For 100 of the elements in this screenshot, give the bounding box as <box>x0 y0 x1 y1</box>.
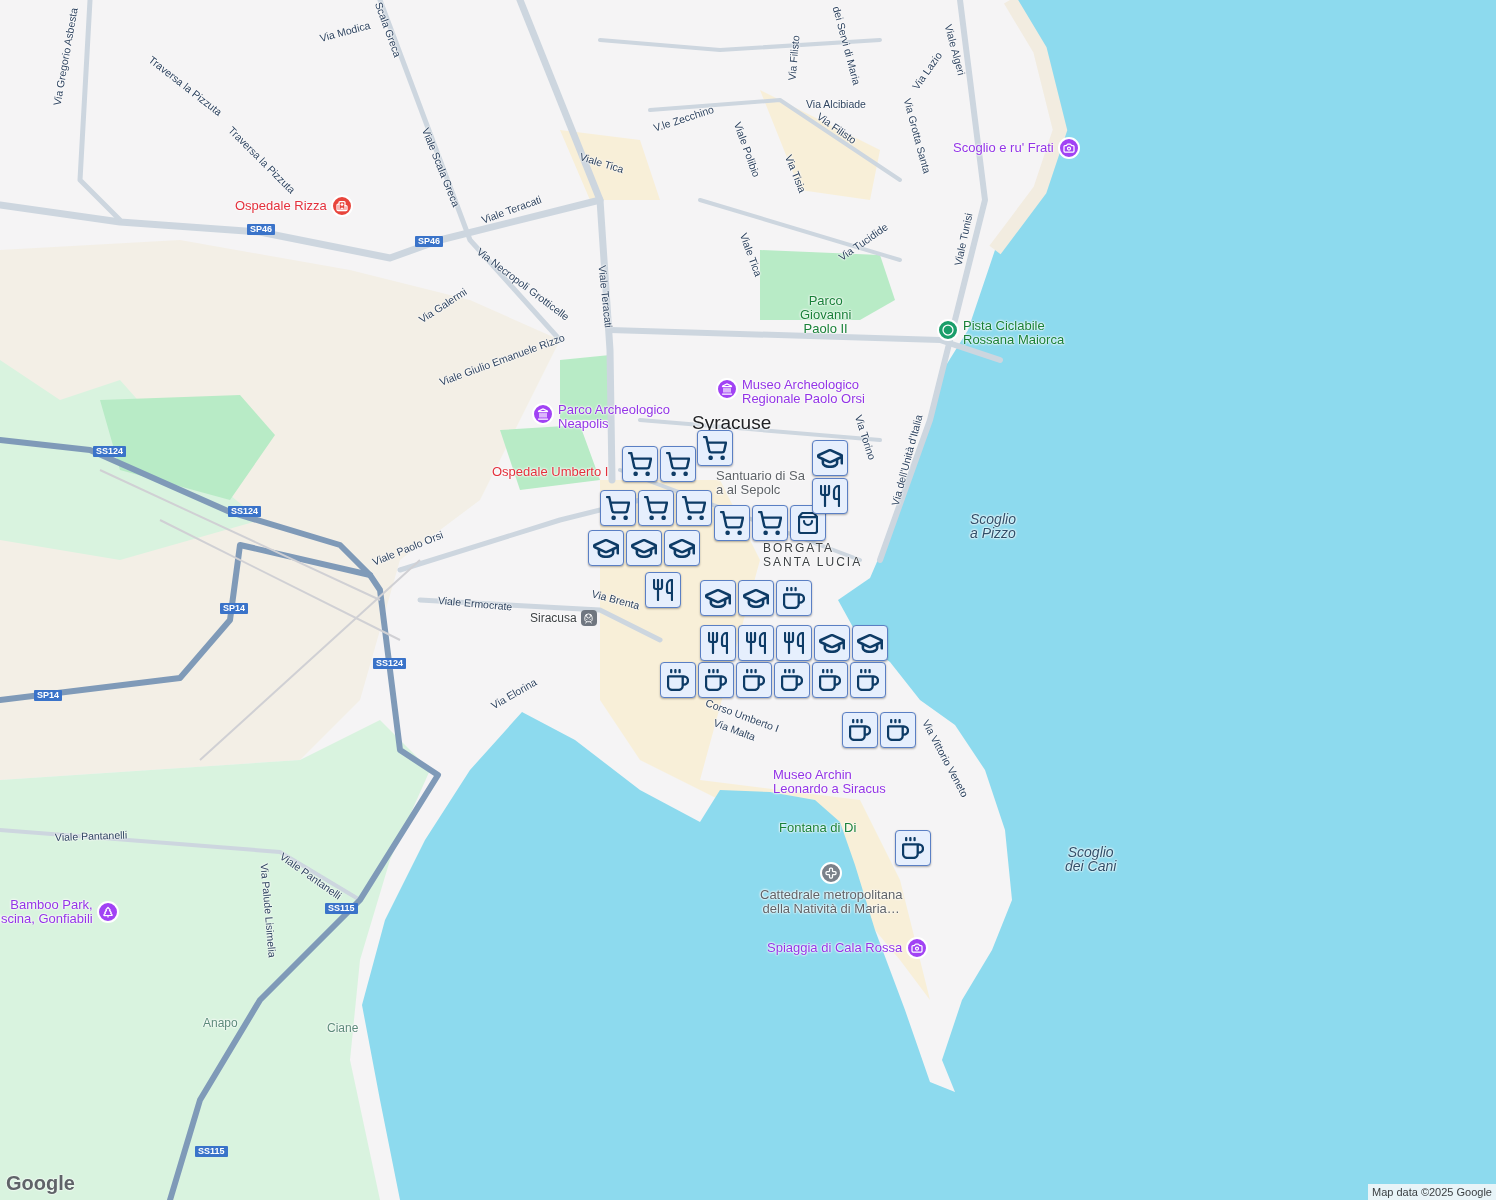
cup-icon <box>783 587 805 609</box>
map-marker[interactable] <box>700 580 736 616</box>
cart-icon <box>666 452 690 476</box>
map-marker[interactable] <box>814 625 850 661</box>
fork-knife-icon <box>708 632 728 654</box>
road-shield: SP46 <box>247 224 276 235</box>
graduation-cap-icon <box>631 538 657 558</box>
road-shield: SS115 <box>325 903 358 914</box>
cart-icon <box>644 496 668 520</box>
graduation-cap-icon <box>817 448 843 468</box>
street-label: Viale Paolo Orsi <box>370 528 446 569</box>
cup-icon <box>781 669 803 691</box>
station-label: Siracusa <box>530 611 577 625</box>
map-marker[interactable] <box>752 505 788 541</box>
street-label: Viale Algeri <box>942 22 968 77</box>
map-marker[interactable] <box>700 625 736 661</box>
map-marker[interactable] <box>714 505 750 541</box>
street-label: Viale Tunisi <box>951 211 976 267</box>
fork-knife-icon <box>746 632 766 654</box>
street-label: Via Gregorio Asbesta <box>50 6 81 107</box>
road-shield: SS124 <box>93 446 127 457</box>
street-label: Via Palude Lisimelia <box>257 862 279 959</box>
map-marker[interactable] <box>660 662 696 698</box>
place-label: Museo Archin Leonardo a Siracus <box>773 768 886 796</box>
street-label: Via Tisia <box>781 153 809 195</box>
map-marker[interactable] <box>622 446 658 482</box>
map-marker[interactable] <box>660 446 696 482</box>
street-label: Via dell'Unità d'Italia <box>888 413 926 508</box>
map-marker[interactable] <box>812 440 848 476</box>
map-marker[interactable] <box>774 662 810 698</box>
street-label: Via Grotta Santa <box>900 96 934 175</box>
street-label: Scala Greca <box>371 0 404 59</box>
map-marker[interactable] <box>842 712 878 748</box>
graduation-cap-icon <box>819 633 845 653</box>
map-marker[interactable] <box>698 662 734 698</box>
map-marker[interactable] <box>880 712 916 748</box>
hospital-label: Ospedale Rizza <box>235 199 327 213</box>
map-marker[interactable] <box>738 580 774 616</box>
graduation-cap-icon <box>705 588 731 608</box>
road-shield: SS115 <box>195 1146 228 1157</box>
graduation-cap-icon <box>743 588 769 608</box>
cup-icon <box>743 669 765 691</box>
district-label: BORGATA SANTA LUCIA <box>763 541 863 569</box>
map-marker[interactable] <box>626 530 662 566</box>
water-label: Scoglio a Pizzo <box>970 512 1016 540</box>
river-label: Ciane <box>327 1021 359 1035</box>
park-label: Parco Giovanni Paolo II <box>800 294 852 336</box>
map-marker[interactable] <box>776 580 812 616</box>
map-marker[interactable] <box>588 530 624 566</box>
place-label: Parco Archeologico Neapolis <box>558 403 670 431</box>
fork-knife-icon <box>820 485 840 507</box>
map-attribution: Map data ©2025 Google <box>1367 1184 1496 1200</box>
map-marker[interactable] <box>812 478 848 514</box>
map-marker[interactable] <box>645 572 681 608</box>
street-label: Viale Teracati <box>595 264 615 329</box>
road-shield: SS124 <box>228 506 262 517</box>
map-marker[interactable] <box>697 430 733 466</box>
street-label: Via Filisto <box>785 34 803 82</box>
map-marker[interactable] <box>738 625 774 661</box>
fork-knife-icon <box>653 579 673 601</box>
road-shield: SP46 <box>415 236 444 247</box>
road-shield: SP14 <box>34 690 63 701</box>
map-marker[interactable] <box>790 505 826 541</box>
street-label: Viale Pantanelli <box>54 828 128 844</box>
google-logo: Google <box>6 1171 75 1196</box>
map-marker[interactable] <box>736 662 772 698</box>
cart-icon <box>758 511 782 535</box>
cup-icon <box>705 669 727 691</box>
street-label: Viale Scala Greca <box>418 126 463 209</box>
graduation-cap-icon <box>669 538 695 558</box>
fork-knife-icon <box>784 632 804 654</box>
street-label: Viale Tica <box>578 150 626 176</box>
park-label: Fontana di Di <box>779 821 857 835</box>
cart-icon <box>628 452 652 476</box>
map-marker[interactable] <box>676 490 712 526</box>
map-marker[interactable] <box>776 625 812 661</box>
street-label: Via Brenta <box>590 587 641 613</box>
cup-icon <box>857 669 879 691</box>
street-label: Via Torino <box>851 413 879 462</box>
cup-icon <box>667 669 689 691</box>
cup-icon <box>902 837 924 859</box>
map-marker[interactable] <box>852 625 888 661</box>
cart-icon <box>606 496 630 520</box>
cart-icon <box>703 436 727 460</box>
map-marker[interactable] <box>850 662 886 698</box>
street-label: Via Alcibiade <box>806 98 866 111</box>
city-label: Syracuse <box>692 416 772 430</box>
cup-icon <box>819 669 841 691</box>
map-marker[interactable] <box>600 490 636 526</box>
map-marker[interactable] <box>638 490 674 526</box>
map-marker[interactable] <box>812 662 848 698</box>
graduation-cap-icon <box>593 538 619 558</box>
map-marker[interactable] <box>895 830 931 866</box>
street-label: Viale Polibio <box>730 120 763 179</box>
map-marker[interactable] <box>664 530 700 566</box>
road-shield: SS124 <box>373 658 407 669</box>
cart-icon <box>720 511 744 535</box>
cup-icon <box>849 719 871 741</box>
water-label: Scoglio dei Cani <box>1065 845 1117 873</box>
bag-icon <box>798 512 818 534</box>
